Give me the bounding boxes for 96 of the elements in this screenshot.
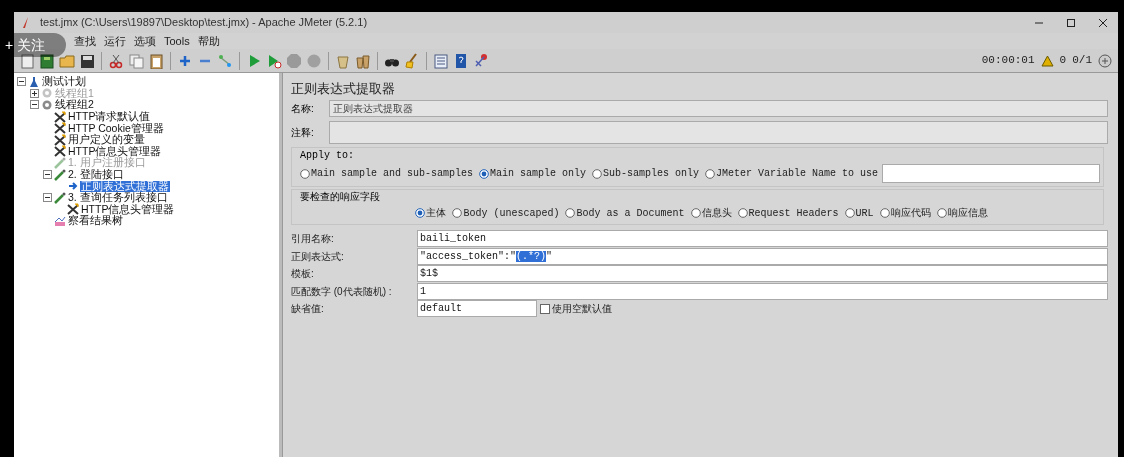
pipette-icon — [54, 156, 66, 169]
tree-item[interactable]: HTTP信息头管理器 — [80, 203, 176, 215]
tree-item[interactable]: HTTP请求默认值 — [67, 111, 152, 123]
scissors-icon[interactable] — [108, 52, 124, 69]
remote-status-icon — [1098, 53, 1112, 68]
error-count: 0 — [1059, 53, 1067, 69]
radio-button[interactable]: Main sample only — [479, 166, 587, 181]
wrench-icon — [54, 145, 66, 158]
chart-icon — [54, 214, 66, 227]
radio-button[interactable]: JMeter Variable Name to use — [705, 166, 879, 181]
feather-icon — [22, 16, 30, 29]
gear-icon — [41, 87, 53, 100]
checkbox[interactable]: 使用空默认值 — [540, 301, 612, 317]
tree-item[interactable]: 察看结果树 — [67, 215, 124, 227]
group-legend: Apply to: — [300, 148, 354, 164]
radio-icon[interactable] — [879, 208, 890, 218]
radio-button[interactable]: URL — [844, 205, 874, 221]
radio-button[interactable]: 响应信息 — [936, 205, 988, 221]
thread-count: 0/1 — [1072, 53, 1092, 69]
tree-item[interactable]: HTTP信息头管理器 — [67, 145, 163, 157]
flask-icon — [28, 75, 40, 88]
pipette-icon — [54, 191, 66, 204]
collapse-toggle-icon[interactable] — [30, 100, 39, 110]
wrench-icon — [67, 203, 79, 216]
tree-item[interactable]: 测试计划 — [41, 76, 87, 88]
field-label: 引用名称: — [290, 232, 335, 247]
menu-item[interactable]: 选项 — [134, 32, 156, 50]
input-field[interactable]: "access_token":"(.*?)" — [417, 247, 1108, 265]
group-legend: 要检查的响应字段 — [300, 190, 380, 204]
tree-item[interactable]: 3. 查询任务列表接口 — [67, 192, 169, 204]
book-icon[interactable] — [39, 52, 55, 69]
radio-button[interactable]: 信息头 — [690, 205, 732, 221]
field-label: 缺省值: — [290, 302, 325, 317]
radio-icon[interactable] — [415, 208, 426, 218]
tree-item[interactable]: 正则表达式提取器 — [80, 180, 170, 192]
radio-icon[interactable] — [452, 208, 463, 218]
menu-item[interactable]: Tools — [164, 32, 190, 50]
radio-button[interactable]: 响应代码 — [879, 205, 931, 221]
tree-item[interactable]: HTTP Cookie管理器 — [67, 122, 165, 134]
radio-icon[interactable] — [479, 168, 490, 179]
radio-icon[interactable] — [300, 168, 310, 179]
wrench-icon — [54, 110, 66, 123]
toggle-icon[interactable] — [217, 52, 233, 69]
clipboard-icon[interactable] — [148, 52, 164, 69]
warning-icon[interactable] — [1040, 54, 1054, 67]
comment-field[interactable] — [329, 120, 1108, 144]
radio-icon[interactable] — [844, 208, 855, 218]
tree-item[interactable]: 用户定义的变量 — [67, 134, 146, 146]
menu-item[interactable]: 运行 — [104, 32, 126, 50]
selected-text: (.*?) — [516, 250, 547, 262]
field-label: 模板: — [290, 267, 315, 282]
tree-item[interactable]: 2. 登陆接口 — [67, 169, 125, 181]
wrench-icon — [54, 122, 66, 135]
variable-name-field[interactable] — [882, 164, 1101, 183]
name-field[interactable]: 正则表达式提取器 — [329, 99, 1108, 117]
input-field[interactable]: 1 — [417, 282, 1108, 300]
radio-button[interactable]: Main sample and sub-samples — [300, 166, 474, 181]
field-label: 匹配数字 (0代表随机) : — [290, 284, 393, 299]
radio-icon[interactable] — [690, 208, 701, 218]
checkbox-icon[interactable] — [540, 303, 550, 314]
radio-icon[interactable] — [936, 208, 947, 218]
pipette-icon — [54, 168, 66, 181]
tree-item[interactable]: 线程组2 — [54, 99, 95, 111]
radio-button[interactable]: Body (unescaped) — [452, 205, 560, 221]
input-field[interactable]: default — [417, 300, 537, 318]
field-label: 正则表达式: — [290, 249, 345, 264]
radio-icon[interactable] — [592, 168, 603, 179]
maximize-icon[interactable] — [1066, 17, 1076, 28]
radio-button[interactable]: Body as a Document — [565, 205, 685, 221]
save-icon[interactable] — [79, 52, 95, 69]
panel-title: 正则表达式提取器 — [290, 80, 396, 98]
window-title: test.jmx (C:\Users\19897\Desktop\test.jmx) - Apache JMeter (5.2.1) — [40, 15, 368, 31]
elapsed-time: 00:00:01 — [981, 53, 1035, 69]
radio-icon[interactable] — [737, 208, 748, 218]
collapse-toggle-icon[interactable] — [17, 77, 26, 87]
radio-button[interactable]: 主体 — [415, 205, 447, 221]
new-file-icon[interactable] — [19, 52, 35, 69]
list-icon[interactable] — [433, 52, 449, 69]
play-no-pause-icon[interactable] — [266, 52, 282, 69]
field-label: 注释: — [290, 125, 315, 140]
radio-icon[interactable] — [705, 168, 716, 179]
menu-item[interactable]: 帮助 — [197, 32, 220, 50]
collapse-toggle-icon[interactable] — [43, 170, 52, 180]
input-field[interactable]: $1$ — [417, 265, 1108, 283]
close-icon[interactable] — [1098, 17, 1108, 28]
help-icon[interactable] — [453, 52, 469, 69]
wrench-icon — [54, 133, 66, 146]
network-icon[interactable] — [473, 52, 489, 69]
field-label: 名称: — [290, 101, 315, 116]
radio-button[interactable]: Request Headers — [737, 205, 839, 221]
gear-icon — [41, 99, 53, 111]
radio-icon[interactable] — [565, 208, 576, 218]
collapse-toggle-icon[interactable] — [43, 193, 52, 203]
input-field[interactable]: baili_token — [417, 230, 1108, 248]
radio-button[interactable]: Sub-samples only — [592, 166, 700, 181]
menu-item[interactable]: 查找 — [74, 32, 96, 50]
